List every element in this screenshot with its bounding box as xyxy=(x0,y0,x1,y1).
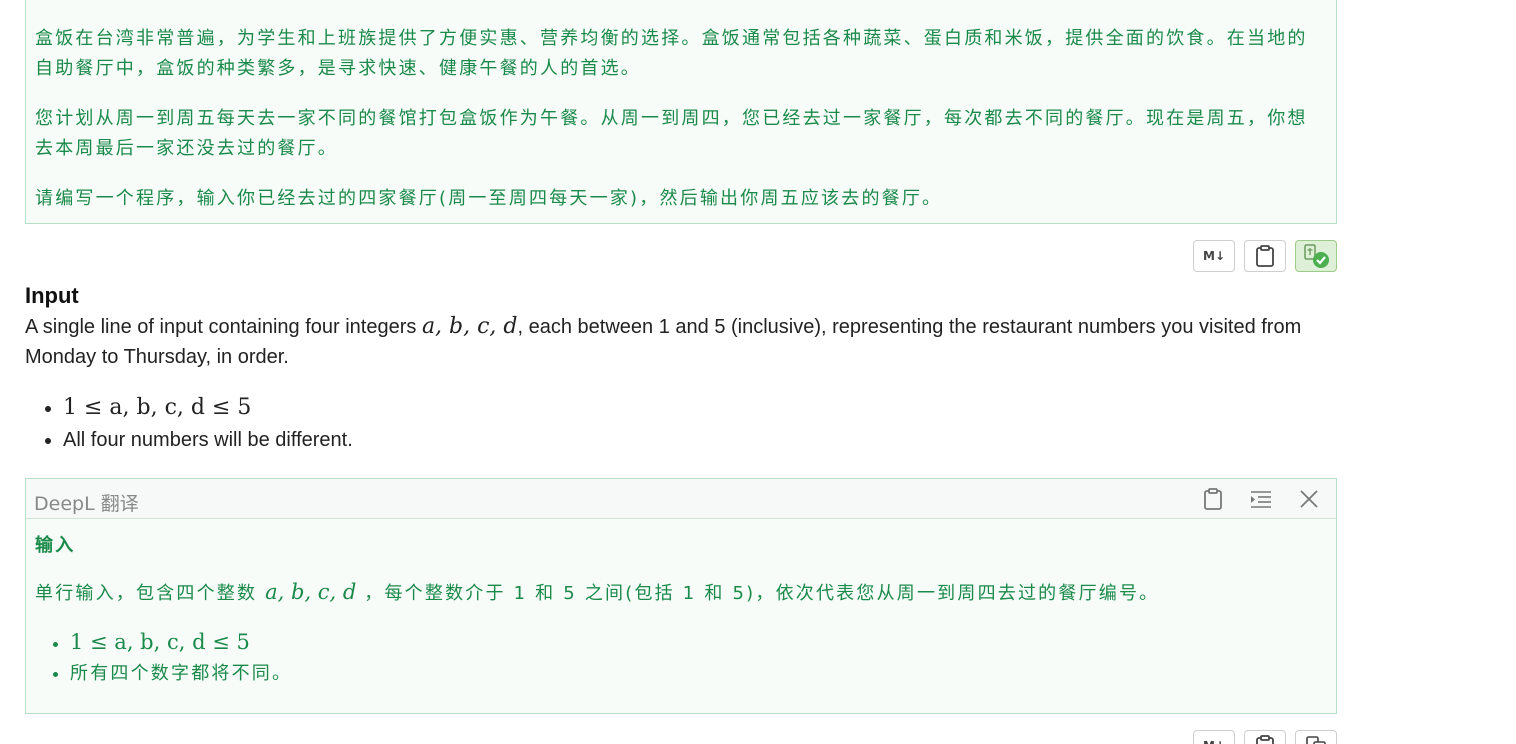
math-constraint: 1 ≤ a, b, c, d ≤ 5 xyxy=(63,395,252,420)
collapse-lines-icon xyxy=(1251,491,1271,508)
copy-button[interactable] xyxy=(1244,730,1286,744)
section-title-input: Input xyxy=(25,283,79,308)
constraint-list: 1 ≤ a, b, c, d ≤ 5 All four numbers will… xyxy=(63,392,353,456)
list-item: 所有四个数字都将不同。 xyxy=(70,659,292,689)
translation-paragraph: 您计划从周一到周五每天去一家不同的餐馆打包盒饭作为午餐。从周一到周四，您已经去过… xyxy=(35,108,1308,159)
translation-paragraph: 盒饭在台湾非常普遍，为学生和上班族提供了方便实惠、营养均衡的选择。盒饭通常包括各… xyxy=(35,28,1308,79)
math-variables: a, b, c, d xyxy=(265,580,357,604)
deepl-heading: 输入 xyxy=(35,535,76,556)
clipboard-icon xyxy=(1256,735,1274,744)
deepl-collapse-button[interactable] xyxy=(1248,487,1274,511)
translation-toolbar: M↓ xyxy=(1193,240,1337,272)
translate-icon xyxy=(1306,736,1326,744)
deepl-title: DeepL 翻译 xyxy=(34,493,139,515)
clipboard-icon xyxy=(1204,488,1222,510)
list-item: All four numbers will be different. xyxy=(63,424,353,456)
markdown-label: M↓ xyxy=(1203,249,1225,263)
math-constraint: 1 ≤ a, b, c, d ≤ 5 xyxy=(70,630,250,654)
deepl-text: ，每个整数介于 1 和 5 之间(包括 1 和 5)，依次代表您从周一到周四去过… xyxy=(356,583,1160,604)
deepl-text: 单行输入，包含四个整数 xyxy=(35,583,266,604)
deepl-paragraph: 单行输入，包含四个整数 a, b, c, d ，每个整数介于 1 和 5 之间(… xyxy=(35,579,1159,605)
translation-toolbar-bottom: M↓ xyxy=(1193,730,1337,744)
clipboard-icon xyxy=(1256,245,1274,267)
list-item: 1 ≤ a, b, c, d ≤ 5 xyxy=(63,392,353,424)
deepl-close-button[interactable] xyxy=(1296,487,1322,511)
copy-button[interactable] xyxy=(1244,240,1286,272)
top-translation-panel: 盒饭在台湾非常普遍，为学生和上班族提供了方便实惠、营养均衡的选择。盒饭通常包括各… xyxy=(25,0,1337,224)
markdown-button[interactable]: M↓ xyxy=(1193,730,1235,744)
translation-paragraph: 请编写一个程序，输入你已经去过的四家餐厅(周一至周四每天一家)，然后输出你周五应… xyxy=(35,188,943,209)
constraint-text: All four numbers will be different. xyxy=(63,429,353,451)
description-text: A single line of input containing four i… xyxy=(25,316,422,338)
translate-check-icon xyxy=(1304,244,1329,268)
deepl-item-text: 所有四个数字都将不同。 xyxy=(70,663,293,684)
deepl-copy-button[interactable] xyxy=(1200,487,1226,511)
input-description: A single line of input containing four i… xyxy=(25,312,1325,372)
deepl-list: 1 ≤ a, b, c, d ≤ 5 所有四个数字都将不同。 xyxy=(70,627,292,689)
markdown-label: M↓ xyxy=(1203,739,1225,744)
deepl-header: DeepL 翻译 xyxy=(26,479,1336,519)
deepl-panel: DeepL 翻译 输入 单行输入，包含四个整数 a, b, c, d ，每个整数… xyxy=(25,478,1337,714)
translate-button[interactable] xyxy=(1295,730,1337,744)
close-icon xyxy=(1300,490,1318,508)
list-item: 1 ≤ a, b, c, d ≤ 5 xyxy=(70,627,292,659)
math-variables: a, b, c, d xyxy=(421,314,518,339)
translate-done-button[interactable] xyxy=(1295,240,1337,272)
markdown-button[interactable]: M↓ xyxy=(1193,240,1235,272)
